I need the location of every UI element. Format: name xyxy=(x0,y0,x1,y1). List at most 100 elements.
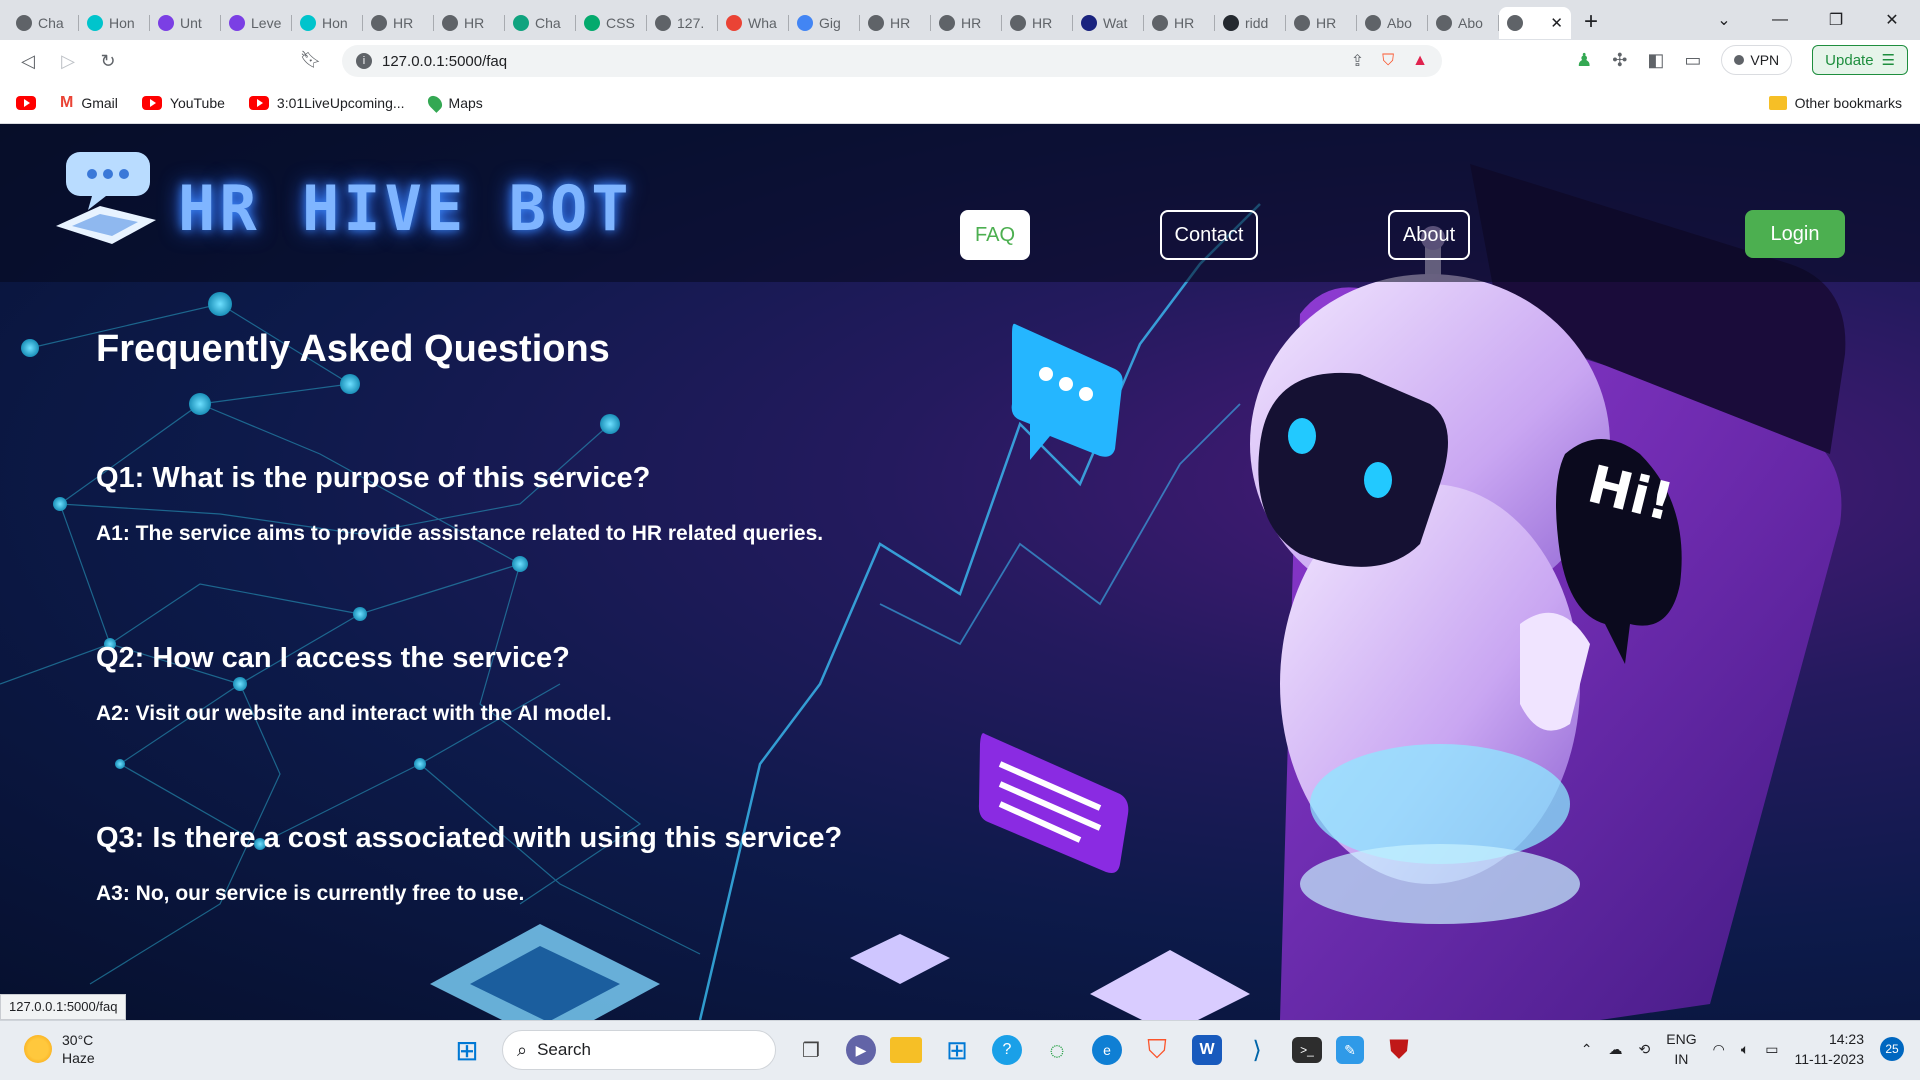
nav-contact-button[interactable]: Contact xyxy=(1160,210,1258,260)
cloud-icon[interactable]: ☁ xyxy=(1609,1041,1623,1058)
language-bottom: IN xyxy=(1674,1051,1689,1067)
browser-tab[interactable]: ✕ xyxy=(1499,7,1571,39)
brave-shield-icon[interactable]: ⛉ xyxy=(1382,52,1394,70)
volume-icon[interactable]: 🔈︎ xyxy=(1741,1041,1749,1058)
maps-icon xyxy=(424,92,445,113)
browser-tab[interactable]: Wha xyxy=(718,7,789,39)
extensions-icon[interactable]: ✣ xyxy=(1612,50,1627,71)
update-button[interactable]: Update ☰ xyxy=(1812,45,1908,75)
tab-search-icon[interactable]: ⌄ xyxy=(1696,10,1752,30)
bookmark-icon[interactable]: 🔖︎ xyxy=(300,50,322,70)
paint-icon[interactable]: ✎ xyxy=(1336,1036,1364,1064)
nav-faq-button[interactable]: FAQ xyxy=(960,210,1030,260)
tab-label: HR xyxy=(1174,15,1195,31)
start-icon[interactable]: ⊞ xyxy=(446,1029,488,1071)
browser-tab[interactable]: ridd xyxy=(1215,7,1286,39)
sidebar-icon[interactable]: ◧ xyxy=(1647,50,1664,71)
weather-widget[interactable]: 30°C Haze xyxy=(24,1031,95,1067)
browser-tab[interactable]: Hon xyxy=(79,7,150,39)
help-icon[interactable]: ? xyxy=(992,1035,1022,1065)
microsoft-store-icon[interactable]: ⊞ xyxy=(936,1029,978,1071)
taskbar-search[interactable]: ⌕ Search xyxy=(502,1030,776,1070)
bookmark-youtube[interactable]: YouTube xyxy=(141,94,225,111)
browser-tab[interactable]: HR xyxy=(1286,7,1357,39)
language-indicator[interactable]: ENG IN xyxy=(1666,1029,1696,1069)
browser-tab[interactable]: Cha xyxy=(505,7,576,39)
terminal-icon[interactable]: >_ xyxy=(1292,1037,1322,1063)
vpn-button[interactable]: VPN xyxy=(1721,45,1793,75)
sh-icon xyxy=(1081,15,1097,31)
word-icon[interactable]: W xyxy=(1192,1035,1222,1065)
browser-tab[interactable]: Cha xyxy=(8,7,79,39)
brave-rewards-icon[interactable]: ▲ xyxy=(1412,52,1428,70)
teams-chat-icon[interactable]: ▶ xyxy=(846,1035,876,1065)
tab-label: HR xyxy=(1316,15,1337,31)
vscode-icon[interactable]: ⟩ xyxy=(1236,1029,1278,1071)
browser-tab[interactable]: HR xyxy=(1002,7,1073,39)
share-icon[interactable]: ⇪ xyxy=(1351,51,1364,71)
close-window-icon[interactable]: ✕ xyxy=(1864,10,1920,30)
battery-icon[interactable]: ▭ xyxy=(1765,1041,1778,1058)
brave-icon[interactable]: ⛉ xyxy=(1136,1029,1178,1071)
task-view-icon[interactable]: ❐ xyxy=(790,1029,832,1071)
bookmark-gmail[interactable]: M Gmail xyxy=(60,94,118,112)
tab-label: Hon xyxy=(322,15,348,31)
browser-tab[interactable]: 127. xyxy=(647,7,718,39)
browser-tab[interactable]: Abo xyxy=(1428,7,1499,39)
bookmark-maps[interactable]: Maps xyxy=(424,92,483,113)
message-card-art xyxy=(978,733,1129,873)
github-icon xyxy=(1223,15,1239,31)
browser-tab[interactable]: Wat xyxy=(1073,7,1144,39)
browser-toolbar: ◁ ▷ ↻ 🔖︎ i 127.0.0.1:5000/faq ⇪ ⛉ ▲ ♟ ✣ … xyxy=(0,40,1920,82)
show-hidden-icons-icon[interactable]: ⌃ xyxy=(1581,1041,1593,1058)
window-controls: ⌄ — ❐ ✕ xyxy=(1696,0,1920,40)
nav-about-button[interactable]: About xyxy=(1388,210,1470,260)
canva-icon xyxy=(87,15,103,31)
back-icon[interactable]: ◁ xyxy=(8,51,48,72)
file-explorer-icon[interactable] xyxy=(890,1037,922,1063)
login-button[interactable]: Login xyxy=(1745,210,1845,258)
google-icon xyxy=(797,15,813,31)
other-bookmarks[interactable]: Other bookmarks xyxy=(1768,95,1902,111)
extension-green-icon[interactable]: ♟ xyxy=(1576,50,1592,71)
forward-icon[interactable]: ▷ xyxy=(48,51,88,72)
refresh-app-icon[interactable]: ◌ xyxy=(1036,1029,1078,1071)
globe-icon xyxy=(1010,15,1026,31)
browser-tab[interactable]: CSS xyxy=(576,7,647,39)
faq-answer-3: A3: No, our service is currently free to… xyxy=(96,882,525,905)
browser-tab[interactable]: Gig xyxy=(789,7,860,39)
canva-icon xyxy=(300,15,316,31)
browser-tab[interactable]: HR xyxy=(1144,7,1215,39)
browser-tab[interactable]: HR xyxy=(931,7,1002,39)
bookmark-live-upcoming[interactable]: 3:01LiveUpcoming... xyxy=(248,95,405,111)
browser-tab[interactable]: Abo xyxy=(1357,7,1428,39)
bookmark-label: YouTube xyxy=(169,94,225,111)
notification-badge[interactable]: 25 xyxy=(1880,1037,1904,1061)
site-brand[interactable]: HR HIVE BOT xyxy=(178,172,633,245)
wallet-icon[interactable]: ▭ xyxy=(1684,50,1701,71)
restore-icon[interactable]: ❐ xyxy=(1808,10,1864,30)
youtube-icon xyxy=(248,95,269,110)
browser-tab[interactable]: HR xyxy=(860,7,931,39)
edge-icon[interactable]: e xyxy=(1092,1035,1122,1065)
browser-tab[interactable]: HR xyxy=(434,7,505,39)
browser-tab[interactable]: Unt xyxy=(150,7,221,39)
new-tab-icon[interactable]: + xyxy=(1571,8,1611,36)
tab-label: Abo xyxy=(1387,15,1412,31)
clock[interactable]: 14:23 11-11-2023 xyxy=(1794,1029,1864,1069)
site-info-icon[interactable]: i xyxy=(356,53,372,69)
bookmark-youtube-1[interactable] xyxy=(16,95,36,110)
minimize-icon[interactable]: — xyxy=(1752,11,1808,29)
address-bar[interactable]: i 127.0.0.1:5000/faq ⇪ ⛉ ▲ xyxy=(342,45,1442,77)
reload-icon[interactable]: ↻ xyxy=(88,51,128,72)
sync-icon[interactable]: ⟲ xyxy=(1639,1041,1651,1058)
browser-tab[interactable]: Hon xyxy=(292,7,363,39)
faq-answer-1: A1: The service aims to provide assistan… xyxy=(96,522,824,545)
browser-tab[interactable]: Leve xyxy=(221,7,292,39)
close-tab-icon[interactable]: ✕ xyxy=(1550,14,1563,32)
mcafee-icon[interactable]: ⛊ xyxy=(1378,1029,1420,1071)
tab-label: HR xyxy=(464,15,485,31)
browser-tab[interactable]: HR xyxy=(363,7,434,39)
wifi-icon[interactable]: ◠ xyxy=(1713,1041,1725,1058)
taskbar-apps: ⊞ ⌕ Search ❐ ▶ ⊞ ? ◌ e ⛉ W ⟩ >_ ✎ ⛊ xyxy=(446,1029,1420,1071)
